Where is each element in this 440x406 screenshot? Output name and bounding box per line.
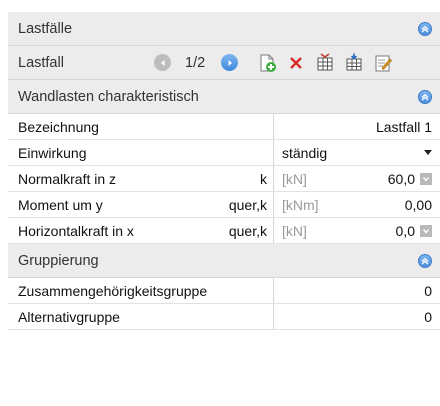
property-value: 60,0: [387, 170, 415, 187]
loadcase-counter: 1/2: [185, 54, 206, 71]
property-value: 0: [424, 308, 432, 325]
collapse-icon[interactable]: [418, 21, 432, 36]
property-row-normalkraft: Normalkraft in z k [kN] 60,0: [8, 166, 440, 192]
properties-panel: Lastfälle Lastfall 1/2 Wandlasten charak…: [8, 12, 440, 330]
edit-icon[interactable]: [373, 53, 393, 73]
alternativgruppe-field[interactable]: 0: [274, 304, 440, 329]
property-label: Alternativgruppe: [18, 308, 120, 325]
property-row-einwirkung: Einwirkung ständig: [8, 140, 440, 166]
unit-label: [kN]: [282, 170, 307, 187]
property-row-alternativgruppe: Alternativgruppe 0: [8, 304, 440, 330]
property-value: 0,00: [404, 196, 432, 213]
einwirkung-select[interactable]: ständig: [274, 140, 440, 165]
bezeichnung-field[interactable]: Lastfall 1: [274, 114, 440, 139]
dropdown-arrow-icon[interactable]: [424, 150, 432, 155]
collapse-icon[interactable]: [418, 253, 432, 268]
delete-icon[interactable]: [286, 53, 306, 73]
property-label: Normalkraft in z: [18, 170, 117, 187]
property-value: 0,0: [395, 222, 415, 239]
property-label: Horizontalkraft in x: [18, 222, 134, 239]
property-row-horizontalkraft: Horizontalkraft in x quer,k [kN] 0,0: [8, 218, 440, 244]
table-import-icon[interactable]: [344, 53, 364, 73]
property-value: 0: [424, 282, 432, 299]
spin-down-icon[interactable]: [420, 172, 432, 185]
selected-value: ständig: [282, 144, 328, 161]
zusammengehoerigkeit-field[interactable]: 0: [274, 278, 440, 303]
property-row-zusammengehoerigkeit: Zusammengehörigkeitsgruppe 0: [8, 278, 440, 304]
toolbar-label: Lastfall: [18, 54, 64, 71]
property-subscript: quer,k: [228, 196, 267, 213]
property-label: Einwirkung: [18, 144, 87, 161]
property-subscript: k: [260, 170, 267, 187]
moment-field[interactable]: [kNm] 0,00: [274, 192, 440, 217]
property-label: Bezeichnung: [18, 118, 99, 135]
normalkraft-field[interactable]: [kN] 60,0: [274, 166, 440, 191]
section-header-wandlasten[interactable]: Wandlasten charakteristisch: [8, 80, 440, 114]
property-row-moment: Moment um y quer,k [kNm] 0,00: [8, 192, 440, 218]
property-label: Moment um y: [18, 196, 103, 213]
table-icon[interactable]: [315, 52, 335, 73]
loadcase-toolbar: Lastfall 1/2: [8, 46, 440, 80]
section-header-gruppierung[interactable]: Gruppierung: [8, 244, 440, 278]
collapse-icon[interactable]: [418, 89, 432, 104]
section-title: Wandlasten charakteristisch: [18, 88, 199, 105]
unit-label: [kN]: [282, 222, 307, 239]
unit-label: [kNm]: [282, 196, 319, 213]
section-title: Gruppierung: [18, 252, 99, 269]
section-header-lastfaelle[interactable]: Lastfälle: [8, 12, 440, 46]
previous-icon[interactable]: [154, 54, 171, 71]
property-subscript: quer,k: [228, 222, 267, 239]
horizontalkraft-field[interactable]: [kN] 0,0: [274, 218, 440, 243]
property-row-bezeichnung: Bezeichnung Lastfall 1: [8, 114, 440, 140]
new-loadcase-icon[interactable]: [257, 53, 277, 73]
next-icon[interactable]: [221, 54, 239, 71]
section-title: Lastfälle: [18, 20, 73, 37]
spin-down-icon[interactable]: [420, 224, 432, 237]
property-label: Zusammengehörigkeitsgruppe: [18, 282, 208, 299]
property-value: Lastfall 1: [375, 118, 432, 135]
